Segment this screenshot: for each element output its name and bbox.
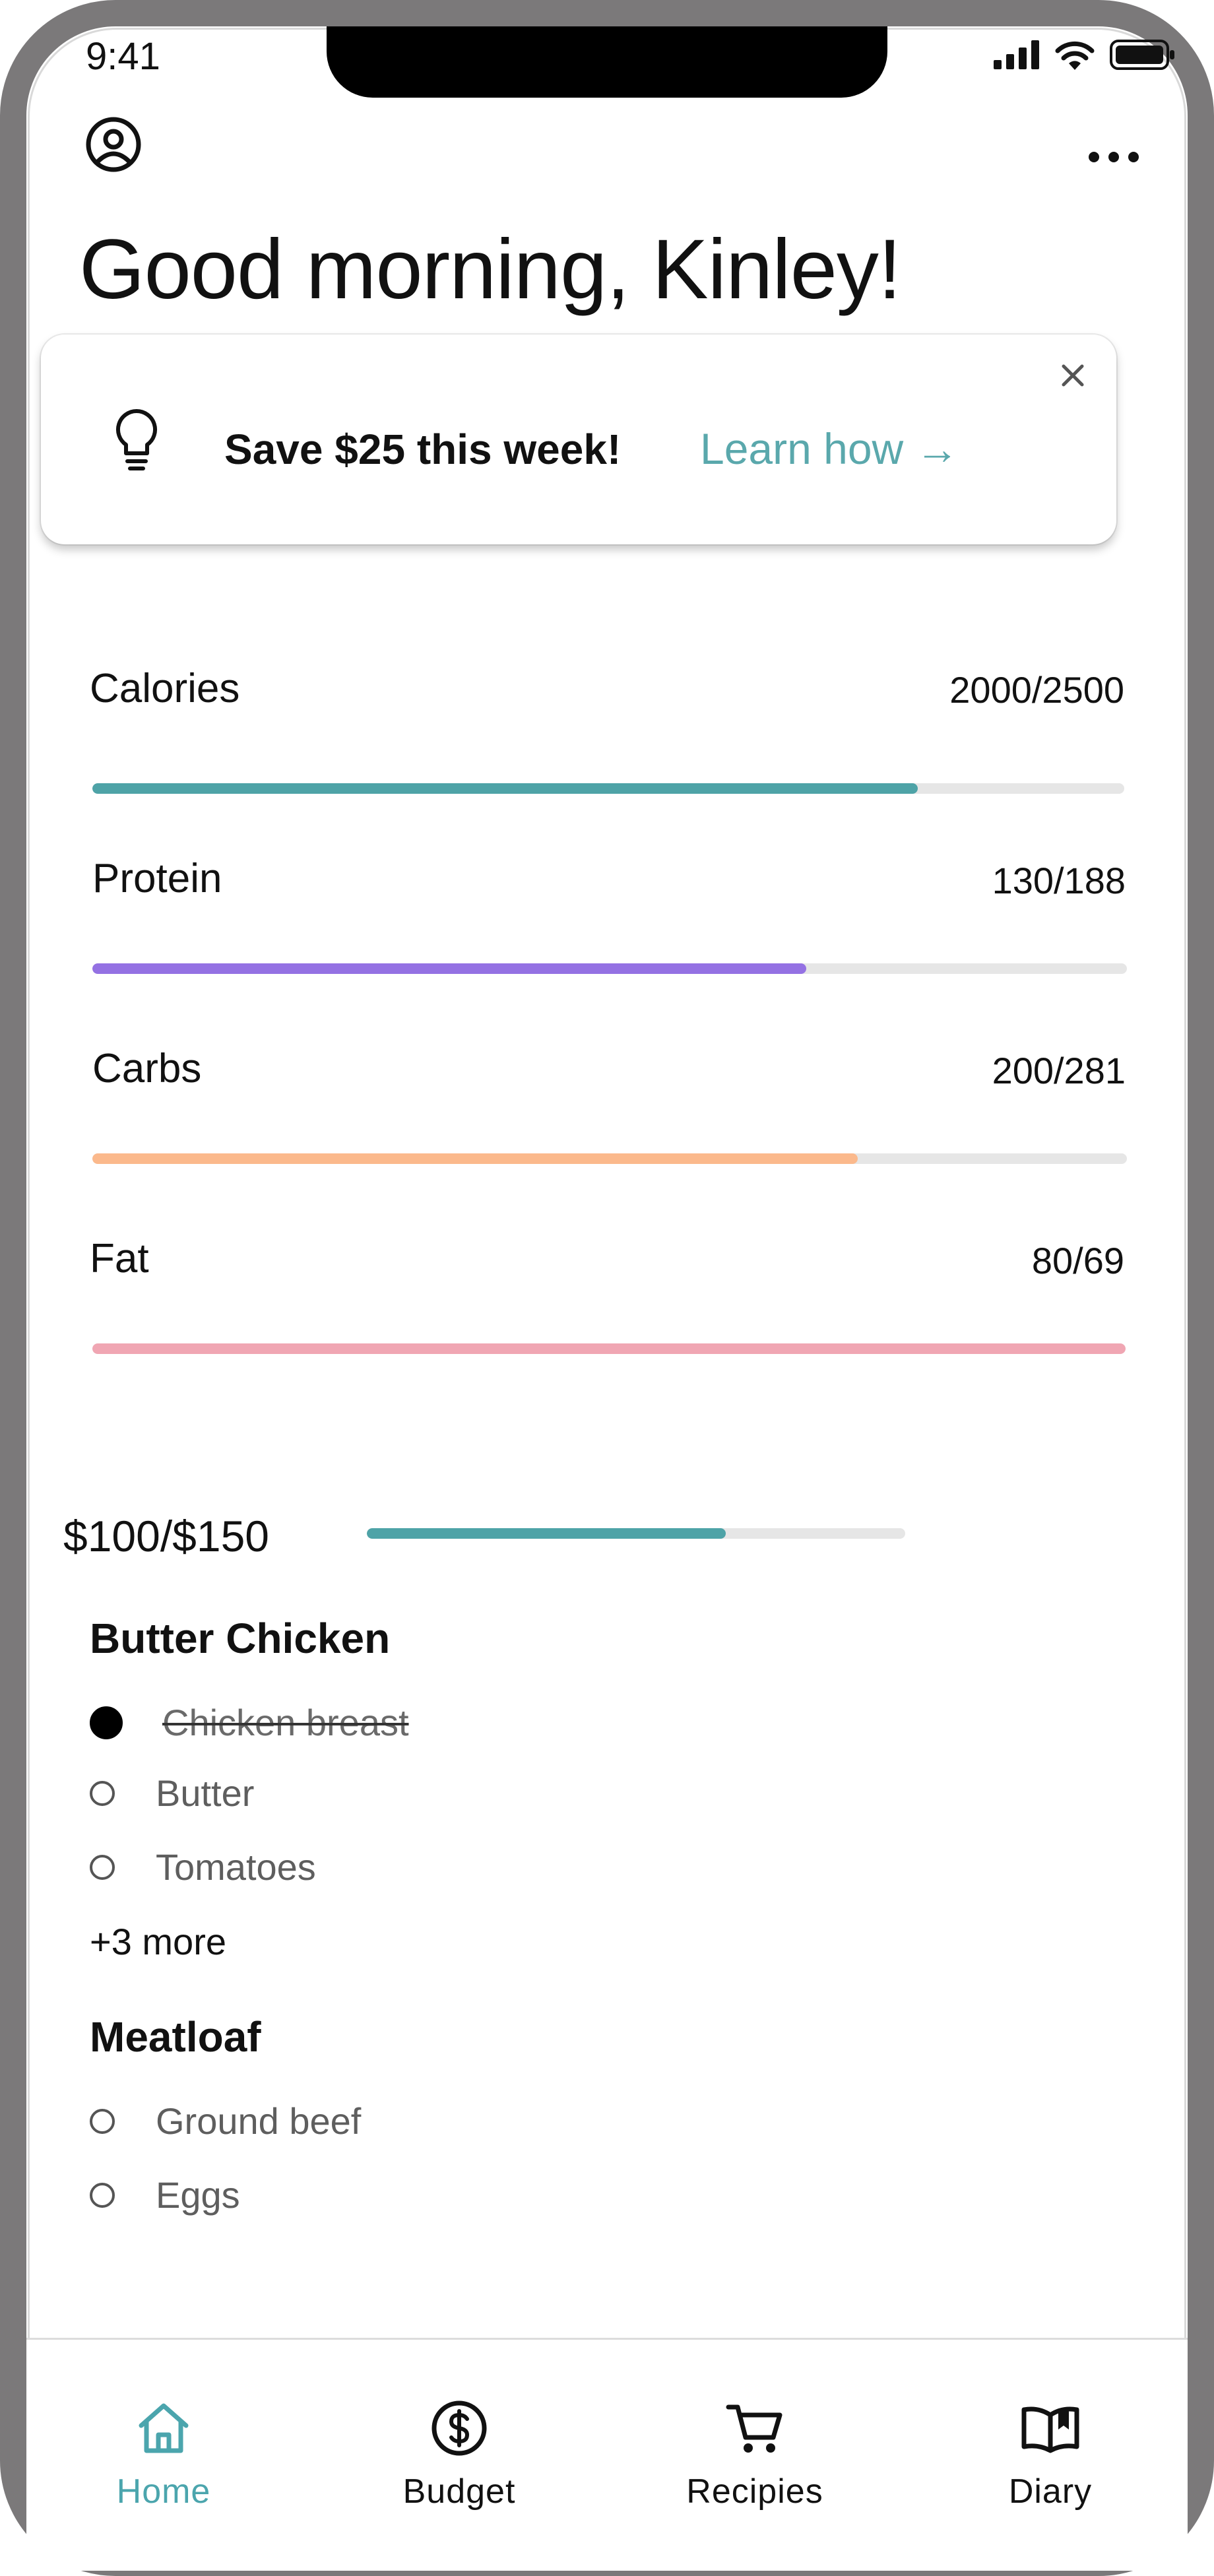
nav-label: Home: [116, 2472, 211, 2511]
signal-icon: [994, 40, 1039, 69]
tip-card: Save $25 this week! Learn how →: [41, 335, 1116, 544]
recipe-title: Meatloaf: [90, 2013, 261, 2061]
status-time: 9:41: [86, 35, 160, 78]
greeting-title: Good morning, Kinley!: [79, 222, 901, 317]
checkbox-checked-icon[interactable]: [90, 1706, 123, 1739]
bottom-nav: Home Budget Recipies Diary: [26, 2338, 1188, 2571]
checkbox-empty-icon[interactable]: [90, 2182, 115, 2208]
nav-item-diary[interactable]: Diary: [951, 2340, 1149, 2511]
macro-label: Protein: [92, 856, 222, 901]
lightbulb-icon: [116, 409, 157, 470]
ingredient-name: Ground beef: [156, 2100, 362, 2142]
macro-progress-track: [92, 783, 1124, 794]
profile-icon[interactable]: [84, 115, 143, 174]
home-icon: [139, 2403, 189, 2453]
ingredient-item[interactable]: Butter: [90, 1772, 254, 1815]
macro-value: 80/69: [1031, 1240, 1124, 1281]
checkbox-empty-icon[interactable]: [90, 1780, 115, 1806]
more-options-icon[interactable]: [1087, 150, 1140, 164]
nav-item-budget[interactable]: Budget: [360, 2340, 558, 2511]
tip-text: Save $25 this week!: [224, 426, 622, 473]
macro-value: 130/188: [992, 860, 1126, 901]
status-icons: [994, 40, 1176, 70]
book-icon: [1021, 2406, 1079, 2453]
budget-progress-fill: [367, 1528, 726, 1539]
nav-label: Diary: [1008, 2472, 1093, 2511]
macro-progress-track: [92, 963, 1127, 974]
ingredient-name: Eggs: [156, 2174, 240, 2216]
macro-progress-track: [92, 1153, 1127, 1164]
macro-progress-fill: [92, 783, 918, 794]
wifi-icon: [1055, 41, 1095, 70]
learn-how-link[interactable]: Learn how →: [700, 424, 959, 474]
macro-value: 200/281: [992, 1050, 1126, 1091]
ingredient-item[interactable]: Tomatoes: [90, 1846, 316, 1888]
macro-label: Calories: [90, 666, 240, 711]
more-ingredients-link[interactable]: +3 more: [90, 1920, 226, 1963]
budget-progress-track: [367, 1528, 905, 1539]
nav-item-recipies[interactable]: Recipies: [656, 2340, 854, 2511]
macro-progress-track: [92, 1343, 1126, 1354]
ingredient-name: Butter: [156, 1772, 255, 1814]
nav-label: Budget: [402, 2472, 516, 2511]
macro-progress-fill: [92, 963, 806, 974]
macro-progress-fill: [92, 1343, 1126, 1354]
macro-label: Carbs: [92, 1046, 202, 1091]
ingredient-item[interactable]: Eggs: [90, 2174, 240, 2216]
ingredient-name: Tomatoes: [156, 1846, 316, 1888]
notch: [327, 26, 887, 98]
cart-icon: [726, 2404, 783, 2453]
recipe-title: Butter Chicken: [90, 1615, 391, 1662]
nav-item-home[interactable]: Home: [65, 2340, 263, 2511]
ingredient-name: Chicken breast: [162, 1702, 409, 1743]
battery-icon: [1110, 40, 1174, 70]
checkbox-empty-icon[interactable]: [90, 1854, 115, 1880]
close-icon[interactable]: [1057, 360, 1089, 391]
macro-value: 2000/2500: [949, 669, 1124, 711]
ingredient-item[interactable]: Chicken breast: [90, 1701, 429, 1744]
macro-label: Fat: [90, 1236, 149, 1281]
ingredient-item[interactable]: Ground beef: [90, 2100, 361, 2142]
nav-label: Recipies: [686, 2472, 823, 2511]
checkbox-empty-icon[interactable]: [90, 2108, 115, 2134]
budget-label: $100/$150: [63, 1512, 269, 1561]
macro-progress-fill: [92, 1153, 858, 1164]
dollar-circle-icon: [431, 2400, 487, 2456]
